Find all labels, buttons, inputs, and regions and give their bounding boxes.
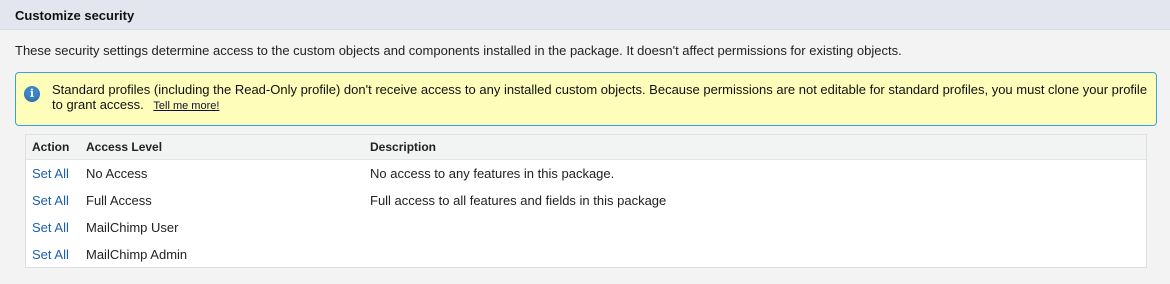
access-level-description	[364, 214, 1146, 241]
section-title: Customize security	[15, 8, 135, 23]
intro-text: These security settings determine access…	[15, 43, 902, 58]
access-level-name: MailChimp User	[86, 220, 179, 235]
column-header-action: Action	[26, 135, 80, 160]
table-row: Set All MailChimp User	[26, 214, 1146, 241]
info-icon: i	[24, 86, 40, 102]
tell-me-more-link[interactable]: Tell me more!	[153, 100, 219, 112]
table-row: Set All Full Access Full access to all f…	[26, 187, 1146, 214]
access-level-description: No access to any features in this packag…	[370, 166, 615, 181]
set-all-link[interactable]: Set All	[32, 247, 69, 262]
info-message: Standard profiles (including the Read-On…	[52, 82, 1152, 114]
table-row: Set All No Access No access to any featu…	[26, 160, 1146, 188]
table-header-row: Action Access Level Description	[26, 135, 1146, 160]
access-level-name: No Access	[86, 166, 148, 181]
column-header-access-level: Access Level	[80, 135, 364, 160]
table-row: Set All MailChimp Admin	[26, 241, 1146, 268]
access-level-name: Full Access	[86, 193, 152, 208]
access-level-description	[364, 241, 1146, 268]
section-header: Customize security	[0, 0, 1170, 30]
info-message-box: i Standard profiles (including the Read-…	[15, 72, 1157, 126]
access-level-description: Full access to all features and fields i…	[370, 193, 667, 208]
set-all-link[interactable]: Set All	[32, 220, 69, 235]
access-level-table: Action Access Level Description Set All …	[25, 134, 1147, 268]
set-all-link[interactable]: Set All	[32, 166, 69, 181]
set-all-link[interactable]: Set All	[32, 193, 69, 208]
column-header-description: Description	[364, 135, 1146, 160]
access-level-name: MailChimp Admin	[86, 247, 188, 262]
